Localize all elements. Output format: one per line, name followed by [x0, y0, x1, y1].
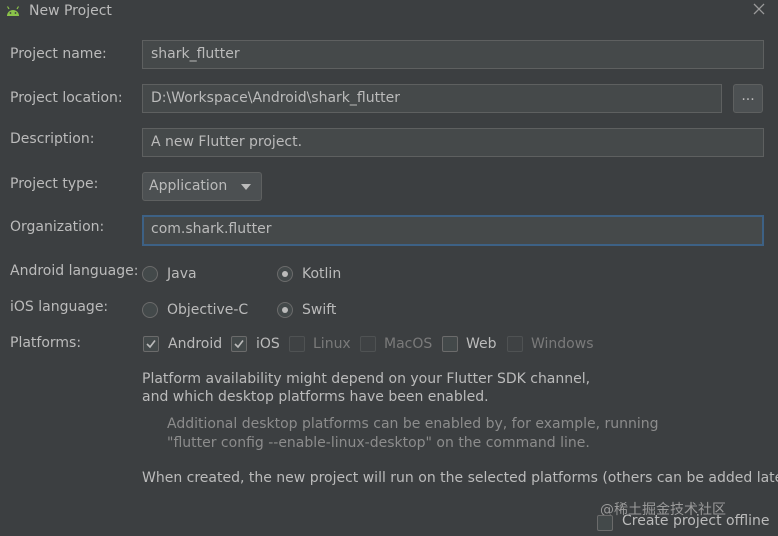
created-note: When created, the new project will run o…	[142, 470, 778, 486]
project-type-label: Project type:	[10, 176, 99, 192]
swift-radio[interactable]	[277, 302, 293, 318]
android-language-label: Android language:	[10, 263, 139, 279]
android-icon	[6, 6, 20, 16]
title-bar: New Project	[0, 0, 778, 24]
ios-checkbox-label: iOS	[256, 336, 280, 352]
create-offline-label: Create project offline	[622, 513, 770, 529]
linux-checkbox-label: Linux	[313, 336, 351, 352]
ios-language-label: iOS language:	[10, 299, 109, 315]
kotlin-radio-label: Kotlin	[302, 266, 342, 282]
close-icon[interactable]	[752, 2, 766, 16]
checkmark-icon	[146, 340, 156, 349]
windows-checkbox-label: Windows	[531, 336, 594, 352]
chevron-down-icon	[241, 184, 251, 190]
availability-note-line-1: Platform availability might depend on yo…	[142, 371, 591, 387]
linux-checkbox[interactable]	[289, 336, 305, 352]
platforms-label: Platforms:	[10, 335, 82, 351]
kotlin-radio[interactable]	[277, 266, 293, 282]
android-checkbox[interactable]	[143, 336, 159, 352]
organization-label: Organization:	[10, 219, 105, 235]
organization-input[interactable]: com.shark.flutter	[142, 215, 764, 246]
window-title: New Project	[29, 3, 112, 19]
web-checkbox[interactable]	[442, 336, 458, 352]
browse-button[interactable]: ...	[733, 84, 763, 113]
additional-note-line-1: Additional desktop platforms can be enab…	[167, 416, 659, 432]
create-offline-checkbox[interactable]	[597, 515, 613, 531]
macos-checkbox-label: MacOS	[384, 336, 433, 352]
windows-checkbox[interactable]	[507, 336, 523, 352]
project-type-value: Application	[149, 178, 228, 194]
project-location-label: Project location:	[10, 90, 123, 106]
checkmark-icon	[234, 340, 244, 349]
description-label: Description:	[10, 131, 95, 147]
description-input[interactable]: A new Flutter project.	[142, 128, 764, 157]
additional-note-line-2: "flutter config --enable-linux-desktop" …	[167, 435, 590, 451]
swift-radio-label: Swift	[302, 302, 337, 318]
availability-note-line-2: and which desktop platforms have been en…	[142, 389, 489, 405]
objective-c-radio[interactable]	[142, 302, 158, 318]
web-checkbox-label: Web	[466, 336, 497, 352]
java-radio[interactable]	[142, 266, 158, 282]
project-name-label: Project name:	[10, 46, 107, 62]
java-radio-label: Java	[167, 266, 197, 282]
project-type-dropdown[interactable]: Application	[142, 172, 262, 201]
objective-c-radio-label: Objective-C	[167, 302, 249, 318]
project-name-input[interactable]: shark_flutter	[142, 40, 764, 69]
ios-checkbox[interactable]	[231, 336, 247, 352]
project-location-input[interactable]: D:\Workspace\Android\shark_flutter	[142, 84, 722, 113]
android-checkbox-label: Android	[168, 336, 223, 352]
macos-checkbox[interactable]	[360, 336, 376, 352]
